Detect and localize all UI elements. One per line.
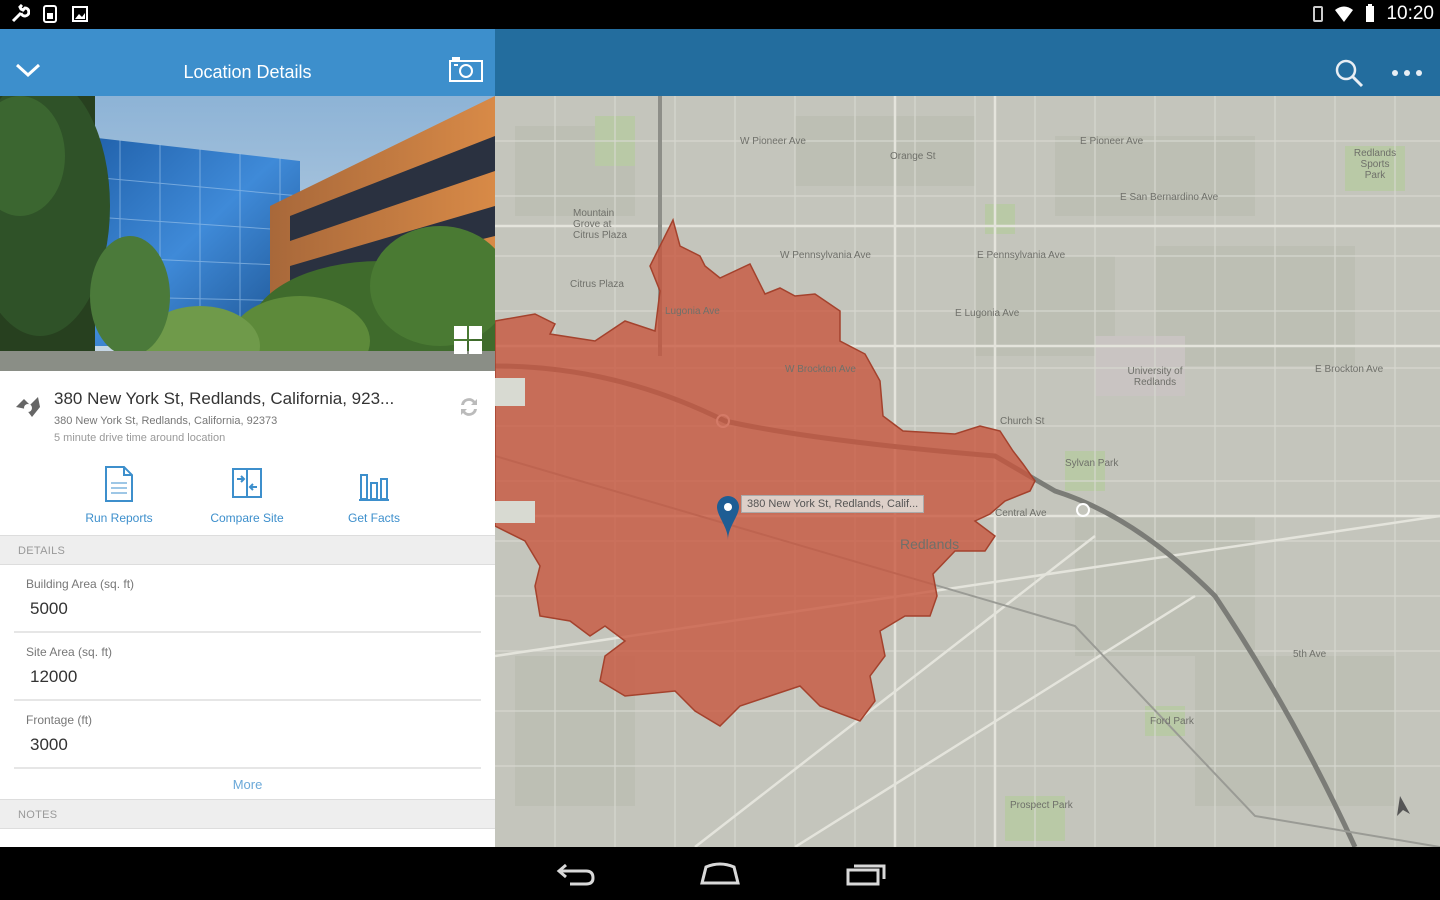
map-label: University of Redlands — [1127, 366, 1183, 388]
image-icon — [72, 6, 88, 22]
panel-title: Location Details — [183, 62, 312, 82]
building-area-field[interactable]: Building Area (sq. ft) 5000 — [14, 565, 481, 633]
action-row: Run Reports Compare Site Get Facts — [0, 461, 495, 535]
location-callout[interactable]: 380 New York St, Redlands, Calif... — [741, 495, 925, 513]
address-title: 380 New York St, Redlands, California, 9… — [54, 389, 395, 408]
wifi-icon — [1335, 6, 1354, 22]
field-value: 12000 — [30, 667, 78, 686]
compare-site-button[interactable]: Compare Site — [192, 465, 302, 525]
status-bar: 10:20 — [0, 0, 1440, 29]
wrench-icon — [11, 4, 30, 23]
map-label: Lugonia Ave — [665, 306, 720, 317]
refresh-icon[interactable] — [455, 393, 483, 421]
map-label: Orange St — [890, 151, 936, 162]
field-label: Building Area (sq. ft) — [26, 577, 135, 591]
more-link[interactable]: More — [0, 769, 495, 799]
map-label: E Pioneer Ave — [1080, 136, 1144, 147]
map-label: E Brockton Ave — [1315, 364, 1384, 375]
address-full: 380 New York St, Redlands, California, 9… — [54, 415, 278, 427]
map-label: E San Bernardino Ave — [1120, 192, 1219, 203]
map-toolbar — [495, 29, 1440, 96]
map-label: E Lugonia Ave — [955, 308, 1020, 319]
map-label: W Pioneer Ave — [740, 136, 806, 147]
run-reports-button[interactable]: Run Reports — [64, 465, 174, 525]
bar-chart-icon — [359, 474, 389, 501]
map-label: Redlands Sports Park — [1353, 148, 1397, 181]
compare-site-label: Compare Site — [210, 511, 284, 525]
sim-icon — [43, 5, 57, 23]
map-label: Prospect Park — [1010, 800, 1073, 811]
drive-time-subtitle: 5 minute drive time around location — [54, 432, 226, 444]
map-label: Mountain Grove at Citrus Plaza — [573, 208, 627, 241]
notes-section-header: NOTES — [0, 799, 495, 829]
compare-icon — [232, 468, 262, 498]
field-value: 5000 — [30, 599, 68, 618]
details-section-header: DETAILS — [0, 535, 495, 565]
system-nav-bar — [0, 847, 1440, 900]
map-label: Citrus Plaza — [570, 279, 624, 290]
panel-header: Location Details — [0, 29, 495, 96]
recents-icon[interactable] — [844, 861, 888, 887]
map-label: Ford Park — [1150, 716, 1194, 727]
basemap — [495, 96, 1440, 847]
map-view[interactable]: W Pioneer Ave E Pioneer Ave Mountain Gro… — [495, 96, 1440, 847]
search-icon[interactable] — [1333, 57, 1365, 89]
gallery-grid-icon[interactable] — [453, 325, 483, 355]
field-label: Frontage (ft) — [26, 713, 93, 727]
location-details-panel: Location Details 380 New York St, Redlan… — [0, 29, 495, 847]
map-label: Central Ave — [995, 508, 1047, 519]
status-time: 10:20 — [1386, 3, 1434, 24]
building-photo-image — [0, 96, 495, 371]
map-label: Sylvan Park — [1065, 458, 1119, 469]
map-label: W Brockton Ave — [785, 364, 856, 375]
field-value: 3000 — [30, 735, 68, 754]
get-facts-label: Get Facts — [347, 511, 400, 525]
back-icon[interactable] — [556, 861, 596, 887]
map-label: E Pennsylvania Ave — [977, 250, 1066, 261]
address-block: 380 New York St, Redlands, California, 9… — [0, 371, 495, 461]
overflow-menu-icon[interactable] — [1391, 69, 1423, 77]
home-icon[interactable] — [698, 861, 742, 887]
site-area-field[interactable]: Site Area (sq. ft) 12000 — [14, 633, 481, 701]
camera-icon[interactable] — [448, 55, 484, 83]
field-label: Site Area (sq. ft) — [26, 645, 113, 659]
report-icon — [105, 466, 133, 502]
map-label: W Pennsylvania Ave — [780, 250, 871, 261]
map-label: Redlands — [900, 536, 960, 552]
get-facts-button[interactable]: Get Facts — [319, 465, 429, 525]
frontage-field[interactable]: Frontage (ft) 3000 — [14, 701, 481, 769]
battery-icon — [1366, 4, 1375, 22]
run-reports-label: Run Reports — [85, 511, 153, 525]
vibrate-icon — [1313, 6, 1324, 22]
location-photo — [0, 96, 495, 371]
location-marker-icon — [16, 397, 40, 417]
map-label: Church St — [1000, 416, 1045, 427]
map-label: 5th Ave — [1293, 649, 1327, 660]
